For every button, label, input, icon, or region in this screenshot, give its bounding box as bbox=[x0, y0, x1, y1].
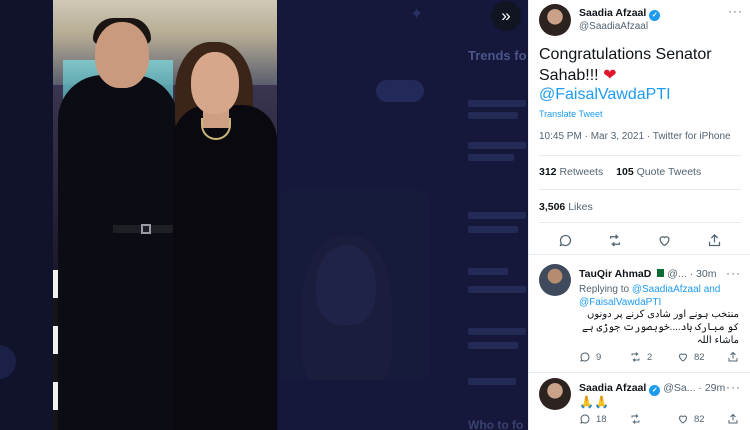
background-text-line bbox=[468, 212, 526, 219]
background-text-line bbox=[468, 112, 518, 119]
replying-to: Replying to @SaadiaAfzaal and @FaisalVaw… bbox=[579, 284, 721, 308]
retweet-button[interactable]: 2 bbox=[629, 351, 652, 363]
reply-author[interactable]: Saadia Afzaal ✓ @Sa... · 29m bbox=[579, 382, 725, 396]
share-button[interactable] bbox=[727, 351, 739, 363]
background-who-to-follow: Who to fo bbox=[468, 418, 524, 430]
background-text-line bbox=[468, 378, 516, 385]
tweet-stats: 312 Retweets 105 Quote Tweets bbox=[539, 166, 701, 178]
background-nav-button bbox=[0, 345, 16, 379]
divider bbox=[539, 155, 741, 156]
tweet-detail-panel: Saadia Afzaal ✓ @SaadiaAfzaal ··· Congrat… bbox=[528, 0, 750, 430]
reply-tweet[interactable]: Saadia Afzaal ✓ @Sa... · 29m ··· 🙏🙏 18 82 bbox=[529, 376, 750, 430]
reply-button[interactable]: 9 bbox=[579, 351, 601, 363]
reply-action-bar: 18 82 bbox=[579, 413, 744, 427]
like-button[interactable]: 82 bbox=[677, 413, 705, 425]
background-text-line bbox=[468, 142, 526, 149]
reply-text: 🙏🙏 bbox=[579, 395, 609, 409]
reply-text-line: منتخب ہونے اور شادی کرنے پر دونوں bbox=[587, 309, 739, 320]
photo-woman-face bbox=[191, 52, 239, 114]
quote-tweets-stat[interactable]: 105 Quote Tweets bbox=[616, 166, 701, 178]
background-text-line bbox=[468, 286, 526, 293]
divider bbox=[539, 222, 741, 223]
background-text-line bbox=[468, 342, 518, 349]
verified-badge-icon: ✓ bbox=[649, 384, 661, 396]
author-handle[interactable]: @SaadiaAfzaal bbox=[579, 21, 648, 32]
tweet-mention-link[interactable]: @FaisalVawdaPTI bbox=[539, 86, 671, 104]
avatar[interactable] bbox=[539, 378, 571, 410]
background-text-line bbox=[468, 100, 526, 107]
background-trends-heading: Trends fo bbox=[468, 48, 527, 63]
background-text-line bbox=[468, 154, 514, 161]
share-icon[interactable] bbox=[705, 232, 723, 248]
reply-button[interactable]: 18 bbox=[579, 413, 607, 425]
tweet-header: Saadia Afzaal ✓ @SaadiaAfzaal ··· bbox=[539, 2, 745, 36]
tweet-timestamp[interactable]: 10:45 PM · Mar 3, 2021 · Twitter for iPh… bbox=[539, 131, 731, 142]
photo-man-face bbox=[95, 22, 149, 88]
author-name-text: Saadia Afzaal bbox=[579, 7, 647, 19]
mention-link[interactable]: @FaisalVawdaPTI bbox=[579, 297, 661, 308]
reply-text-line: کو مبارک باد....خوبصورت جوڑی ہے bbox=[582, 322, 739, 333]
settings-icon: ✦ bbox=[410, 6, 424, 23]
share-button[interactable] bbox=[727, 413, 739, 425]
retweet-button[interactable] bbox=[629, 413, 647, 425]
divider bbox=[529, 372, 750, 373]
background-text-line bbox=[468, 268, 508, 275]
avatar[interactable] bbox=[539, 4, 571, 36]
more-options-icon[interactable]: ··· bbox=[726, 380, 741, 394]
tweet-action-bar bbox=[529, 226, 750, 254]
likes-stat[interactable]: 3,506 Likes bbox=[539, 201, 593, 213]
tweet-photo[interactable] bbox=[53, 0, 277, 430]
more-options-icon[interactable]: ··· bbox=[728, 4, 743, 18]
reply-tweet[interactable]: TauQir AhmaD @... · 30m ··· Replying to … bbox=[529, 262, 750, 370]
like-button[interactable]: 82 bbox=[677, 351, 705, 363]
retweets-stat[interactable]: 312 Retweets bbox=[539, 166, 603, 178]
reply-icon[interactable] bbox=[556, 232, 574, 248]
reply-action-bar: 9 2 82 bbox=[579, 351, 744, 365]
mention-link[interactable]: @SaadiaAfzaal bbox=[632, 284, 701, 295]
divider bbox=[529, 254, 750, 255]
photo-person-man bbox=[58, 75, 178, 430]
photo-belt-buckle bbox=[141, 224, 151, 234]
background-text-line bbox=[468, 226, 518, 233]
translate-tweet-link[interactable]: Translate Tweet bbox=[539, 109, 603, 119]
background-button bbox=[376, 80, 424, 102]
collapse-panel-button[interactable]: » bbox=[491, 1, 521, 31]
more-options-icon[interactable]: ··· bbox=[726, 266, 741, 280]
author-name[interactable]: Saadia Afzaal ✓ bbox=[579, 7, 661, 21]
background-image-card bbox=[280, 190, 430, 380]
retweet-icon[interactable] bbox=[606, 232, 624, 248]
pakistan-flag-icon bbox=[654, 269, 665, 277]
avatar[interactable] bbox=[539, 264, 571, 296]
reply-text-line: ماشاء اللہ bbox=[696, 335, 739, 346]
background-text-line bbox=[468, 328, 526, 335]
tweet-text: Congratulations Senator Sahab!!! ❤ bbox=[539, 44, 745, 86]
verified-badge-icon: ✓ bbox=[649, 9, 661, 21]
tweet-text-body: Congratulations Senator Sahab!!! bbox=[539, 46, 712, 84]
like-icon[interactable] bbox=[655, 232, 673, 248]
photo-person-woman bbox=[173, 105, 277, 430]
heart-emoji: ❤ bbox=[603, 67, 617, 84]
divider bbox=[539, 189, 741, 190]
double-chevron-right-icon: » bbox=[501, 6, 511, 25]
reply-author[interactable]: TauQir AhmaD @... · 30m bbox=[579, 268, 716, 280]
